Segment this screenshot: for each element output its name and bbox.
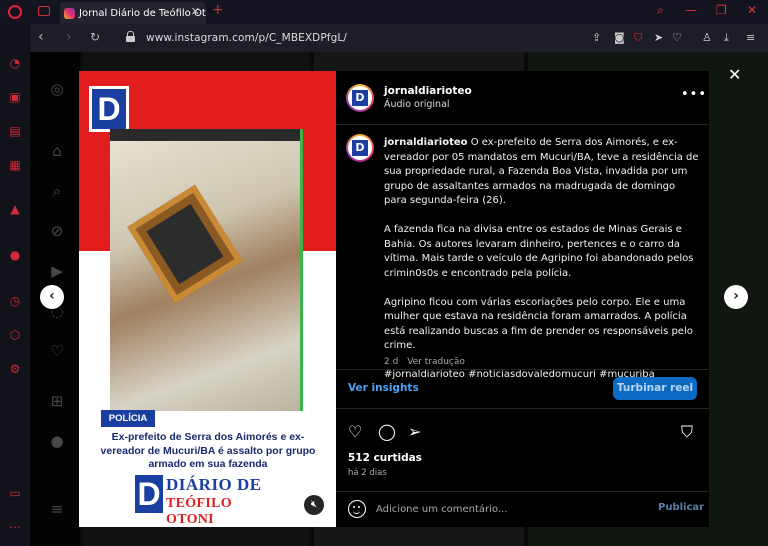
caption-avatar[interactable] <box>346 134 374 162</box>
profile-icon[interactable]: ♙ <box>702 31 712 44</box>
download-icon[interactable]: ⤓ <box>724 31 729 45</box>
url-text[interactable]: www.instagram.com/p/C_MBEXDPfgL/ <box>146 32 347 44</box>
bag-icon[interactable]: ▣ <box>8 90 22 104</box>
forward-icon[interactable]: › <box>66 29 72 45</box>
close-window-icon[interactable]: ✕ <box>747 3 757 17</box>
browser-titlebar: Jornal Diário de Teófilo Oto ✕ + ⌕ — ❐ ✕ <box>0 0 768 24</box>
see-translation-link[interactable]: Ver tradução <box>407 357 465 367</box>
close-modal-icon[interactable]: ✕ <box>728 65 741 84</box>
photo-top <box>110 129 300 141</box>
tab-close-icon[interactable]: ✕ <box>191 5 200 18</box>
brand-logo: D DIÁRIO DE TEÓFILO OTONI <box>135 475 279 527</box>
emoji-icon[interactable] <box>348 500 366 518</box>
settings-gear-icon[interactable]: ⚙ <box>8 362 22 376</box>
search-icon[interactable]: ⌕ <box>657 3 664 18</box>
twitch-icon[interactable]: ▤ <box>8 124 22 138</box>
boost-reel-button[interactable]: Turbinar reel <box>613 377 697 400</box>
media-headline: Ex-prefeito de Serra dos Aimorés e ex-ve… <box>100 431 316 470</box>
post-panel: jornaldiarioteo Áudio original ••• jorna… <box>336 71 709 527</box>
view-insights-link[interactable]: Ver insights <box>348 382 419 394</box>
reload-icon[interactable]: ↻ <box>90 30 100 44</box>
post-time: há 2 dias <box>348 468 387 478</box>
tab-title: Jornal Diário de Teófilo Oto <box>79 7 206 19</box>
screenshot-icon[interactable]: ▭ <box>8 486 22 500</box>
previous-post-button[interactable]: ‹ <box>40 285 64 309</box>
publish-button[interactable]: Publicar <box>658 502 704 513</box>
share-send-icon[interactable]: ➢ <box>408 422 421 441</box>
player-icon[interactable]: ● <box>8 248 22 262</box>
author-username[interactable]: jornaldiarioteo <box>384 85 472 97</box>
browser-sidebar: ◔ ▣ ▤ ▦ ▲ ● ◷ ⬡ ⚙ ▭ ⋯ <box>0 24 30 546</box>
browser-tab-active[interactable]: Jornal Diário de Teófilo Oto ✕ <box>60 2 206 24</box>
lock-icon <box>126 31 135 42</box>
menu-icon[interactable]: ≡ <box>746 31 755 44</box>
audio-label[interactable]: Áudio original <box>384 99 472 110</box>
minimize-icon[interactable]: — <box>685 3 697 17</box>
save-bookmark-icon[interactable]: ⛉ <box>681 422 693 442</box>
photo-object <box>127 184 243 304</box>
maximize-icon[interactable]: ❐ <box>716 3 727 17</box>
more-icon[interactable]: ⋯ <box>8 520 22 534</box>
heart-icon[interactable]: ♡ <box>672 31 682 44</box>
back-icon[interactable]: ‹ <box>38 29 44 45</box>
send-icon[interactable]: ➤ <box>654 31 663 44</box>
notes-icon[interactable]: ▦ <box>8 158 22 172</box>
like-heart-icon[interactable]: ♡ <box>348 422 362 441</box>
comment-icon[interactable]: ◯ <box>378 422 396 441</box>
caption-username[interactable]: jornaldiarioteo <box>384 137 468 148</box>
mail-icon[interactable] <box>38 6 50 16</box>
address-bar: ‹ › ↻ www.instagram.com/p/C_MBEXDPfgL/ ⇪… <box>30 24 768 52</box>
more-options-icon[interactable]: ••• <box>681 87 707 102</box>
browser-logo-icon[interactable] <box>8 5 22 19</box>
caption-paragraph-3: Agripino ficou com várias escoriações pe… <box>384 296 693 352</box>
comment-row: Publicar <box>336 491 709 527</box>
post-header: jornaldiarioteo Áudio original ••• <box>336 71 709 125</box>
comment-input[interactable] <box>376 501 596 517</box>
history-icon[interactable]: ◷ <box>8 294 22 308</box>
caption-age: 2 d <box>384 357 399 367</box>
mute-icon[interactable]: 🔇︎ <box>304 495 324 515</box>
speed-dial-icon[interactable]: ◔ <box>8 56 22 70</box>
next-post-button[interactable]: › <box>724 285 748 309</box>
category-badge: POLÍCIA <box>101 410 155 427</box>
caption-paragraph-2: A fazenda fica na divisa entre os estado… <box>384 224 694 279</box>
extensions-icon[interactable]: ⬡ <box>8 328 22 342</box>
fire-icon[interactable]: ▲ <box>8 202 22 216</box>
like-count[interactable]: 512 curtidas <box>348 452 422 464</box>
insights-row: Ver insights Turbinar reel <box>336 369 709 409</box>
brand-logo-small: D <box>89 86 129 132</box>
shield-icon[interactable]: ⛉ <box>634 31 642 45</box>
post-photo <box>110 129 303 411</box>
new-tab-button[interactable]: + <box>212 2 224 18</box>
post-media[interactable]: D POLÍCIA Ex-prefeito de Serra dos Aimor… <box>79 71 336 527</box>
brand-line-2: TEÓFILO OTONI <box>166 496 232 527</box>
camera-icon[interactable]: ◙ <box>614 31 625 44</box>
share-icon[interactable]: ⇪ <box>592 31 601 44</box>
brand-line-1: DIÁRIO DE <box>166 475 262 494</box>
author-avatar[interactable] <box>346 84 374 112</box>
caption-meta: 2 d Ver tradução <box>384 357 465 367</box>
instagram-favicon-icon <box>64 7 75 19</box>
